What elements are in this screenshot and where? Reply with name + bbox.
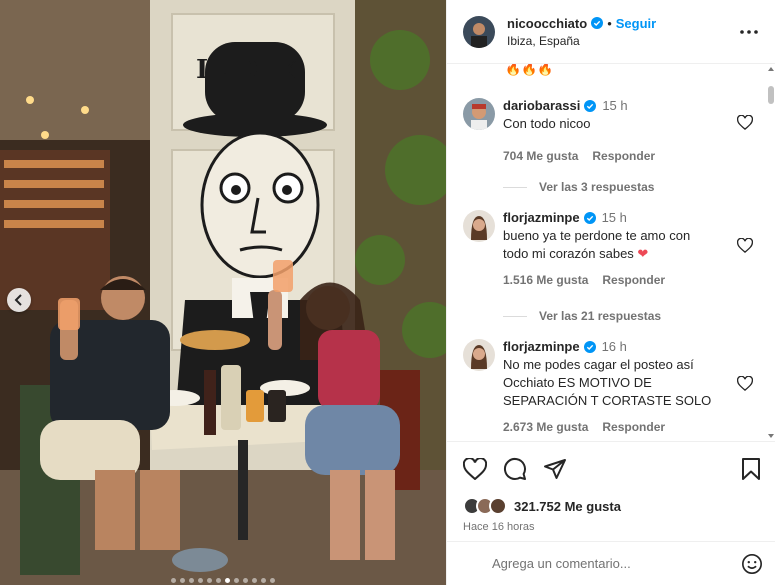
heart-icon[interactable] <box>736 375 754 396</box>
comments-list[interactable]: 🔥🔥🔥 dariobarassi 15 h Con todo nicoo 704… <box>447 64 775 441</box>
follow-button[interactable]: Seguir <box>616 16 656 31</box>
heart-icon[interactable] <box>463 457 487 481</box>
carousel-dot[interactable] <box>189 578 194 583</box>
carousel-dot[interactable] <box>180 578 185 583</box>
comment-text: bueno ya te perdone te amo con todo mi c… <box>503 228 691 261</box>
verified-badge-icon <box>591 17 604 29</box>
share-icon[interactable] <box>543 457 567 481</box>
scroll-down-arrow[interactable] <box>768 434 774 438</box>
commenter-avatar[interactable] <box>463 210 495 242</box>
view-replies-button[interactable]: Ver las 21 respuestas <box>503 309 661 323</box>
commenter-avatar[interactable] <box>463 339 495 371</box>
comment-time[interactable]: 15 h <box>602 210 627 225</box>
commenter-username[interactable]: dariobarassi <box>503 98 580 113</box>
post-photo[interactable]: IL DEK <box>0 0 446 585</box>
comment-text: No me podes cagar el posteo así Occhiato… <box>503 357 712 408</box>
likes-summary: 321.752 Me gusta <box>447 495 775 517</box>
verified-badge-icon <box>583 340 596 353</box>
comments-scrollbar[interactable] <box>767 64 775 441</box>
author-avatar[interactable] <box>463 15 495 48</box>
scrollbar-thumb[interactable] <box>768 86 774 104</box>
carousel-dot[interactable] <box>198 578 203 583</box>
comment-item: florjazminpe 15 h bueno ya te perdone te… <box>463 210 754 287</box>
carousel-dot[interactable] <box>243 578 248 583</box>
verified-badge-icon <box>583 211 596 224</box>
carousel-dot[interactable] <box>234 578 239 583</box>
like-count[interactable]: 321.752 Me gusta <box>514 499 621 514</box>
view-replies-label: Ver las 21 respuestas <box>539 309 662 323</box>
carousel-dot[interactable] <box>261 578 266 583</box>
comment-time[interactable]: 16 h <box>602 339 627 354</box>
comment-likes[interactable]: 1.516 Me gusta <box>503 273 588 287</box>
post-actions-bar <box>447 441 775 495</box>
carousel-indicator <box>0 578 446 583</box>
author-username[interactable]: nicoocchiato <box>507 16 587 31</box>
carousel-dot[interactable] <box>270 578 275 583</box>
comment-likes[interactable]: 704 Me gusta <box>503 149 578 163</box>
comment-likes[interactable]: 2.673 Me gusta <box>503 420 588 434</box>
carousel-dot[interactable] <box>225 578 230 583</box>
carousel-prev-button[interactable] <box>7 288 31 312</box>
carousel-dot[interactable] <box>171 578 176 583</box>
commenter-username[interactable]: florjazminpe <box>503 210 580 225</box>
post-location[interactable]: Ibiza, España <box>507 34 737 48</box>
reply-button[interactable]: Responder <box>602 420 665 434</box>
bookmark-icon[interactable] <box>739 457 763 481</box>
verified-badge-icon <box>584 99 597 112</box>
view-replies-label: Ver las 3 respuestas <box>539 180 655 194</box>
carousel-dot[interactable] <box>216 578 221 583</box>
heart-icon[interactable] <box>736 237 754 258</box>
comment-input[interactable]: Agrega un comentario... <box>492 556 740 571</box>
add-comment-bar: Agrega un comentario... <box>447 541 775 585</box>
commenter-username[interactable]: florjazminpe <box>503 339 580 354</box>
liker-avatars[interactable] <box>463 497 507 515</box>
instagram-post-modal: IL DEK nicoocchiato • Seguir Ibiza, Espa… <box>0 0 775 585</box>
replies-divider <box>503 186 527 188</box>
photo-scene: IL DEK <box>0 0 446 585</box>
emoji-icon[interactable] <box>740 552 764 576</box>
liker-avatar <box>489 497 507 515</box>
view-replies-button[interactable]: Ver las 3 respuestas <box>503 180 654 194</box>
commenter-avatar[interactable] <box>463 98 495 130</box>
svg-text:IL DEK: IL DEK <box>196 55 302 85</box>
post-time[interactable]: Hace 16 horas <box>447 521 775 541</box>
comment-time[interactable]: 15 h <box>602 98 627 113</box>
carousel-dot[interactable] <box>252 578 257 583</box>
post-side-panel: nicoocchiato • Seguir Ibiza, España 🔥🔥🔥 <box>446 0 775 585</box>
carousel-dot[interactable] <box>207 578 212 583</box>
comment-item: dariobarassi 15 h Con todo nicoo 704 Me … <box>463 98 754 163</box>
reply-button[interactable]: Responder <box>592 149 655 163</box>
post-header: nicoocchiato • Seguir Ibiza, España <box>447 0 775 64</box>
replies-divider <box>503 315 527 317</box>
red-heart-emoji: ❤ <box>637 246 649 261</box>
comment-text: Con todo nicoo <box>503 116 591 131</box>
scroll-up-arrow[interactable] <box>768 67 774 71</box>
caption-emoji-line: 🔥🔥🔥 <box>505 64 554 76</box>
more-options-icon[interactable] <box>737 20 761 44</box>
reply-button[interactable]: Responder <box>602 273 665 287</box>
heart-icon[interactable] <box>736 114 754 135</box>
chevron-left-icon <box>14 294 22 306</box>
separator-dot: • <box>607 15 612 31</box>
comment-icon[interactable] <box>503 457 527 481</box>
comment-item: florjazminpe 16 h No me podes cagar el p… <box>463 339 754 434</box>
